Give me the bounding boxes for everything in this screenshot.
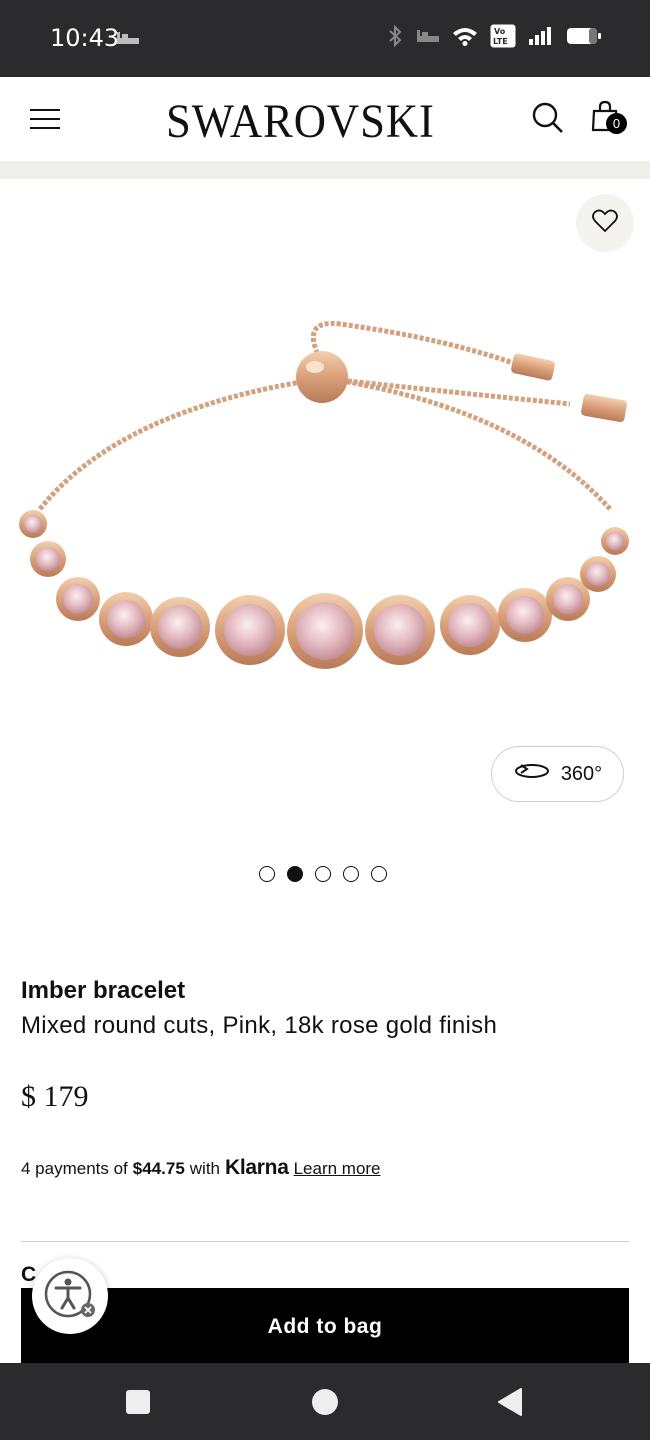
- carousel-dot-5[interactable]: [371, 866, 387, 882]
- web-page: SWAROVSKI 0 360° Imber bracelet Mixed ro…: [0, 77, 650, 1363]
- carousel-dot-3[interactable]: [315, 866, 331, 882]
- status-icons: Vo LTE: [386, 24, 602, 53]
- battery-icon: [566, 26, 602, 51]
- recent-apps-icon[interactable]: [125, 1389, 151, 1420]
- sleep-icon: [116, 30, 140, 51]
- product-name: Imber bracelet: [21, 977, 186, 1004]
- rotate-360-icon: [513, 762, 551, 786]
- android-nav-bar: [0, 1363, 650, 1440]
- hamburger-menu-icon[interactable]: [30, 107, 62, 131]
- carousel-dot-1[interactable]: [259, 866, 275, 882]
- status-bar: 10:43 Vo LTE: [0, 0, 650, 77]
- crystal-row: [19, 510, 629, 669]
- svg-text:LTE: LTE: [493, 37, 508, 46]
- status-time: 10:43: [50, 24, 120, 52]
- signal-icon: [528, 26, 554, 51]
- accessibility-icon: [42, 1266, 98, 1327]
- klarna-with: with: [189, 1159, 221, 1178]
- wifi-icon: [452, 26, 478, 51]
- carousel-dot-2[interactable]: [287, 866, 303, 882]
- klarna-learn-more-link[interactable]: Learn more: [294, 1159, 381, 1179]
- accessibility-button[interactable]: [32, 1258, 108, 1334]
- view-360-label: 360°: [560, 762, 603, 785]
- carousel-dots: [259, 866, 387, 882]
- wishlist-button[interactable]: [576, 194, 634, 252]
- klarna-prefix: 4 payments of: [21, 1159, 128, 1178]
- add-to-bag-button[interactable]: Add to bag: [21, 1288, 629, 1363]
- klarna-logo: Klarna: [225, 1156, 289, 1179]
- brand-logo[interactable]: SWAROVSKI: [166, 94, 435, 149]
- klarna-payment-info: 4 payments of $44.75 with Klarna Learn m…: [21, 1156, 381, 1180]
- sleep-icon: [416, 28, 440, 49]
- header-banner-strip: [0, 161, 650, 179]
- carousel-dot-4[interactable]: [343, 866, 359, 882]
- search-icon[interactable]: [531, 101, 565, 140]
- volte-icon: Vo LTE: [490, 24, 516, 53]
- bluetooth-icon: [386, 24, 404, 53]
- cart-count-badge: 0: [606, 113, 627, 134]
- product-price: $ 179: [21, 1080, 89, 1113]
- klarna-amount: $44.75: [132, 1159, 185, 1178]
- product-description: Mixed round cuts, Pink, 18k rose gold fi…: [21, 1012, 498, 1039]
- svg-text:Vo: Vo: [494, 27, 506, 36]
- home-icon[interactable]: [311, 1388, 339, 1421]
- heart-icon: [592, 209, 618, 238]
- view-360-button[interactable]: 360°: [491, 746, 624, 802]
- divider: [21, 1241, 629, 1242]
- back-icon[interactable]: [497, 1388, 523, 1421]
- site-header: SWAROVSKI 0: [0, 77, 650, 161]
